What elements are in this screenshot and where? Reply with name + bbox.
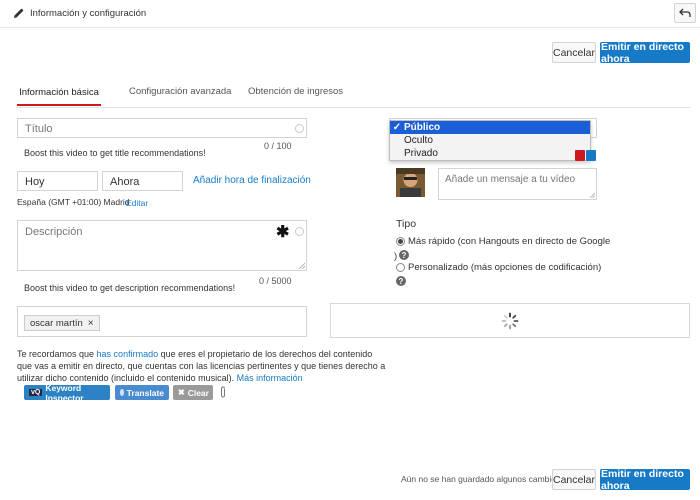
share-button-partial-red[interactable] (575, 150, 585, 161)
keyword-inspector-button[interactable]: vQ Keyword Inspector (24, 382, 110, 403)
tab-advanced-label: Configuración avanzada (129, 86, 232, 97)
tab-monetization-label: Obtención de ingresos (248, 86, 344, 97)
title-placeholder: Título (25, 123, 53, 135)
time-input[interactable]: Ahora (102, 171, 183, 191)
privacy-option-public-label: Público (404, 122, 441, 133)
back-arrow-icon (679, 8, 691, 17)
pencil-icon (14, 8, 24, 18)
fast-option-label[interactable]: Más rápido (con Hangouts en directo de G… (408, 236, 610, 247)
custom-option-label[interactable]: Personalizado (más opciones de codificac… (408, 262, 601, 273)
date-value: Hoy (25, 176, 45, 188)
preview-loading-panel (330, 303, 690, 338)
title-input[interactable]: Título (17, 118, 307, 138)
share-button-partial[interactable] (586, 150, 596, 161)
fast-radio[interactable] (396, 237, 405, 246)
tag-chip[interactable]: oscar martín × (24, 315, 100, 331)
vq-badge-icon: vQ (29, 389, 43, 396)
notice-text-1: Te recordamos que (17, 349, 97, 359)
add-end-time-link[interactable]: Añadir hora de finalización (193, 175, 311, 186)
paperclip-icon[interactable] (219, 386, 227, 398)
tag-remove-icon[interactable]: × (88, 318, 94, 329)
date-input[interactable]: Hoy (17, 171, 98, 191)
custom-radio[interactable] (396, 263, 405, 272)
resize-handle-icon[interactable] (298, 262, 305, 269)
globe-icon (120, 389, 124, 396)
clear-button[interactable]: ✖ Clear (173, 385, 213, 400)
stream-now-button-top[interactable]: Emitir en directo ahora (600, 41, 690, 65)
keyword-inspector-label: Keyword Inspector (45, 382, 84, 403)
translate-button[interactable]: Translate (115, 385, 169, 400)
title-hint: Boost this video to get title recommenda… (24, 148, 206, 158)
emoji-icon-description[interactable] (295, 227, 304, 236)
description-hint: Boost this video to get description reco… (24, 283, 236, 293)
share-message-input[interactable]: Añade un mensaje a tu vídeo (438, 168, 597, 200)
privacy-option-hidden-label: Oculto (404, 135, 433, 146)
help-icon-custom[interactable]: ? (396, 276, 406, 286)
rights-notice: Te recordamos que has confirmado que ere… (17, 348, 387, 384)
check-icon: ✓ (392, 122, 402, 133)
timezone-label: España (GMT +01:00) Madrid (17, 197, 130, 207)
stream-now-button-bottom[interactable]: Emitir en directo ahora (600, 468, 690, 492)
privacy-option-public[interactable]: ✓ Público (390, 121, 590, 134)
edit-timezone-link[interactable]: Editar (126, 198, 148, 208)
tab-basic-info-label: Información básica (19, 87, 99, 98)
description-placeholder: Descripción (25, 226, 83, 238)
cancel-button-top[interactable]: Cancelar (552, 42, 596, 63)
tags-input[interactable]: oscar martín × (17, 306, 307, 337)
emoji-icon[interactable] (295, 124, 304, 133)
asterisk-icon: ✱ (276, 224, 290, 241)
confirmed-link[interactable]: has confirmado (97, 349, 159, 359)
time-value: Ahora (110, 176, 140, 188)
unsaved-status: Aún no se han guardado algunos cambios. (401, 474, 563, 484)
tab-monetization[interactable]: Obtención de ingresos (248, 86, 343, 97)
privacy-option-private-label: Privado (404, 148, 438, 159)
title-counter: 0 / 100 (264, 141, 292, 151)
avatar (396, 168, 425, 197)
tabs-divider (17, 107, 690, 108)
page-title: Información y configuración (30, 8, 147, 19)
description-counter: 0 / 5000 (259, 276, 292, 286)
cancel-button-bottom[interactable]: Cancelar (552, 469, 596, 490)
loading-spinner-icon (501, 312, 519, 330)
back-button[interactable] (674, 3, 696, 23)
clear-x-icon: ✖ (178, 388, 185, 397)
description-input[interactable]: Descripción ✱ (17, 220, 307, 271)
tab-basic-info[interactable]: Información básica (17, 86, 101, 106)
share-message-placeholder: Añade un mensaje a tu vídeo (445, 174, 576, 185)
tipo-heading: Tipo (396, 218, 417, 230)
tag-chip-label: oscar martín (30, 317, 83, 329)
help-icon-fast[interactable]: ? (399, 250, 409, 260)
translate-label: Translate (126, 387, 164, 398)
resize-handle-icon-share[interactable] (589, 192, 595, 198)
more-info-link[interactable]: Más información (237, 373, 303, 383)
clear-label: Clear (187, 387, 209, 398)
privacy-option-private[interactable]: Privado (404, 148, 438, 159)
tab-advanced-settings[interactable]: Configuración avanzada (129, 86, 231, 97)
privacy-dropdown-menu: ✓ Público Oculto Privado (389, 120, 591, 161)
fast-option-label-cont: ) (394, 251, 398, 262)
privacy-option-hidden[interactable]: Oculto (404, 135, 433, 146)
